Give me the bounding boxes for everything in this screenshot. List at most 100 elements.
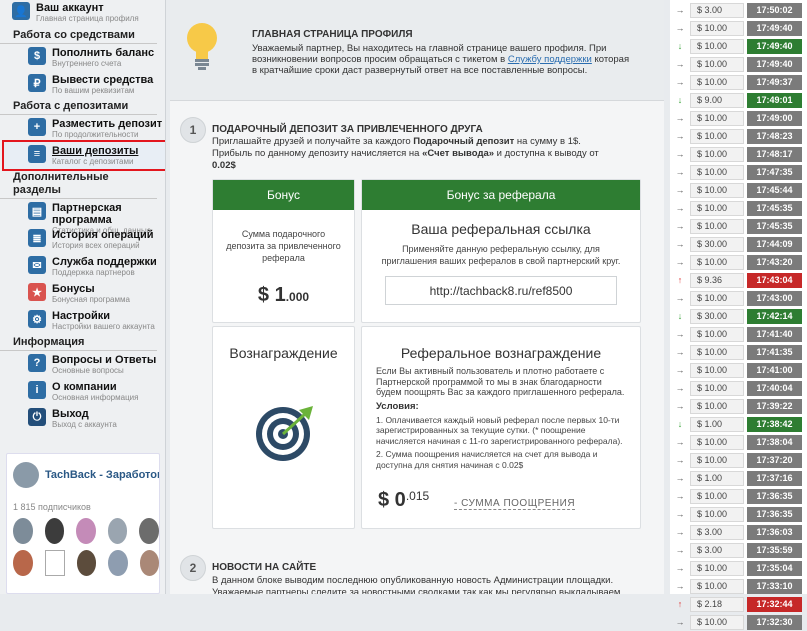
- ticker-row: → $ 10.00 17:48:23: [670, 127, 807, 145]
- ticker-time: 17:49:40: [747, 20, 802, 36]
- avatar[interactable]: [76, 518, 96, 544]
- sidebar-item-faq[interactable]: ? Вопросы и Ответы Основные вопросы: [0, 351, 165, 378]
- condition-item: 1. Оплачивается каждый новый реферал пос…: [376, 414, 623, 446]
- sidebar-item-my-deposits[interactable]: ≡ Ваши депозитыКаталог с депозитами 2: [2, 140, 165, 171]
- step-title: ПОДАРОЧНЫЙ ДЕПОЗИТ ЗА ПРИВЛЕЧЕННОГО ДРУГ…: [212, 124, 483, 135]
- sidebar-account[interactable]: 👤 Ваш аккаунт Главная страница профиля: [0, 0, 165, 27]
- logout-icon: ⏻: [28, 408, 46, 426]
- ticker-time: 17:43:00: [747, 290, 802, 306]
- ticker-amount: $ 3.00: [690, 542, 744, 558]
- reward-amount-link[interactable]: - СУММА ПООЩРЕНИЯ: [454, 498, 576, 510]
- ticker-time: 17:47:35: [747, 164, 802, 180]
- group-name-link[interactable]: TachBack - Заработок ...: [45, 469, 159, 481]
- ticker-amount: $ 10.00: [690, 578, 744, 594]
- ticker-row: → $ 10.00 17:49:00: [670, 109, 807, 127]
- avatar[interactable]: [139, 550, 159, 576]
- avatar[interactable]: [13, 550, 33, 576]
- ticker-time: 17:35:59: [747, 542, 802, 558]
- bonus-icon: ★: [28, 283, 46, 301]
- sidebar-item-subtitle: По вашим реквизитам: [52, 86, 135, 95]
- ticker-time: 17:38:04: [747, 434, 802, 450]
- sidebar-item-title: Настройки: [52, 310, 111, 322]
- avatar[interactable]: [44, 550, 65, 576]
- sidebar-item-title: Вывести средства: [52, 74, 154, 86]
- sidebar-item-bonuses[interactable]: ★ Бонусы Бонусная программа: [0, 280, 165, 307]
- sidebar: 👤 Ваш аккаунт Главная страница профиля Р…: [0, 0, 166, 594]
- sidebar-item-about[interactable]: i О компании Основная информация: [0, 378, 165, 405]
- arrow-right-icon: →: [675, 473, 685, 483]
- document-icon: i: [28, 381, 46, 399]
- ticker-row: → $ 10.00 17:36:35: [670, 505, 807, 523]
- ticker-row: → $ 10.00 17:32:30: [670, 613, 807, 631]
- ticker-amount: $ 1.00: [690, 416, 744, 432]
- referral-reward-text: Если Вы активный пользователь и плотно р…: [376, 366, 625, 397]
- avatar[interactable]: [76, 550, 96, 576]
- ticker-amount: $ 10.00: [690, 380, 744, 396]
- referral-link-field[interactable]: http://tachback8.ru/ref8500: [385, 276, 617, 305]
- ticker-row: → $ 1.00 17:37:16: [670, 469, 807, 487]
- section-title: Дополнительные разделы: [0, 169, 157, 199]
- arrow-up-icon: ↑: [677, 599, 683, 609]
- ticker-time: 17:41:40: [747, 326, 802, 342]
- arrow-up-icon: ↑: [677, 275, 683, 285]
- sidebar-item-deposit-balance[interactable]: $ Пополнить баланс Внутреннего счета: [0, 44, 165, 71]
- user-icon: 👤: [12, 2, 30, 20]
- group-avatar[interactable]: [13, 462, 39, 488]
- ticker-time: 17:49:40: [747, 38, 802, 54]
- avatar[interactable]: [139, 518, 159, 544]
- ticker-amount: $ 10.00: [690, 56, 744, 72]
- sidebar-item-title: Ваши депозиты: [52, 145, 139, 157]
- sidebar-item-support[interactable]: ✉ Служба поддержки Поддержка партнеров: [0, 253, 165, 280]
- ticker-row: → $ 10.00 17:33:10: [670, 577, 807, 595]
- support-link[interactable]: Службу поддержки: [508, 54, 592, 65]
- arrow-right-icon: →: [675, 545, 685, 555]
- sidebar-item-history[interactable]: ≣ История операций История всех операций: [0, 226, 165, 253]
- ticker-amount: $ 10.00: [690, 218, 744, 234]
- step-text-part: «Счет вывода»: [422, 148, 495, 159]
- step-title: НОВОСТИ НА САЙТЕ: [212, 562, 317, 573]
- step-text-part: Приглашайте друзей и получайте за каждог…: [212, 136, 414, 147]
- sidebar-item-settings[interactable]: ⚙ Настройки Настройки вашего аккаунта: [0, 307, 165, 334]
- arrow-right-icon: →: [675, 131, 685, 141]
- arrow-right-icon: →: [675, 23, 685, 33]
- ticker-row: → $ 3.00 17:36:03: [670, 523, 807, 541]
- ticker-amount: $ 10.00: [690, 200, 744, 216]
- arrow-right-icon: →: [675, 5, 685, 15]
- arrow-right-icon: →: [675, 509, 685, 519]
- ticker-row: → $ 10.00 17:47:35: [670, 163, 807, 181]
- ticker-row: → $ 10.00 17:41:00: [670, 361, 807, 379]
- ticker-time: 17:36:35: [747, 506, 802, 522]
- avatar[interactable]: [13, 518, 33, 544]
- ticker-time: 17:36:35: [747, 488, 802, 504]
- arrow-right-icon: →: [675, 527, 685, 537]
- sidebar-item-subtitle: Бонусная программа: [52, 295, 130, 304]
- amount-cents: .000: [285, 290, 310, 304]
- avatar[interactable]: [44, 518, 65, 544]
- ticker-amount: $ 10.00: [690, 38, 744, 54]
- avatar[interactable]: [108, 550, 128, 576]
- sidebar-item-partner-program[interactable]: ▤ Партнерская программа Статистика и общ.…: [0, 199, 165, 235]
- sidebar-item-subtitle: Основная информация: [52, 393, 139, 402]
- ticker-time: 17:49:00: [747, 110, 802, 126]
- arrow-down-icon: ↓: [677, 419, 683, 429]
- amount-value: $ 1: [257, 284, 286, 306]
- ticker-row: → $ 10.00 17:49:40: [670, 55, 807, 73]
- ticker-amount: $ 30.00: [690, 236, 744, 252]
- sidebar-item-withdraw[interactable]: ₽ Вывести средства По вашим реквизитам: [0, 71, 165, 98]
- arrow-right-icon: →: [675, 617, 685, 627]
- sidebar-item-logout[interactable]: ⏻ Выход Выход с аккаунта: [0, 405, 165, 432]
- section-title: Работа с депозитами: [0, 98, 157, 115]
- coins-icon: $: [28, 47, 46, 65]
- sidebar-item-place-deposit[interactable]: + Разместить депозит По продолжительности…: [0, 115, 165, 148]
- sidebar-item-title: Вопросы и Ответы: [52, 354, 157, 366]
- ticker-row: ↑ $ 2.18 17:32:44: [670, 595, 807, 613]
- card-header: Бонус: [213, 180, 354, 210]
- ticker-time: 17:36:03: [747, 524, 802, 540]
- ticker-time: 17:37:16: [747, 470, 802, 486]
- ticker-row: → $ 10.00 17:45:44: [670, 181, 807, 199]
- sidebar-item-subtitle: Выход с аккаунта: [52, 420, 117, 429]
- arrow-right-icon: →: [675, 401, 685, 411]
- avatar[interactable]: [107, 518, 128, 544]
- ticker-amount: $ 30.00: [690, 308, 744, 324]
- section-title: Информация: [0, 334, 157, 351]
